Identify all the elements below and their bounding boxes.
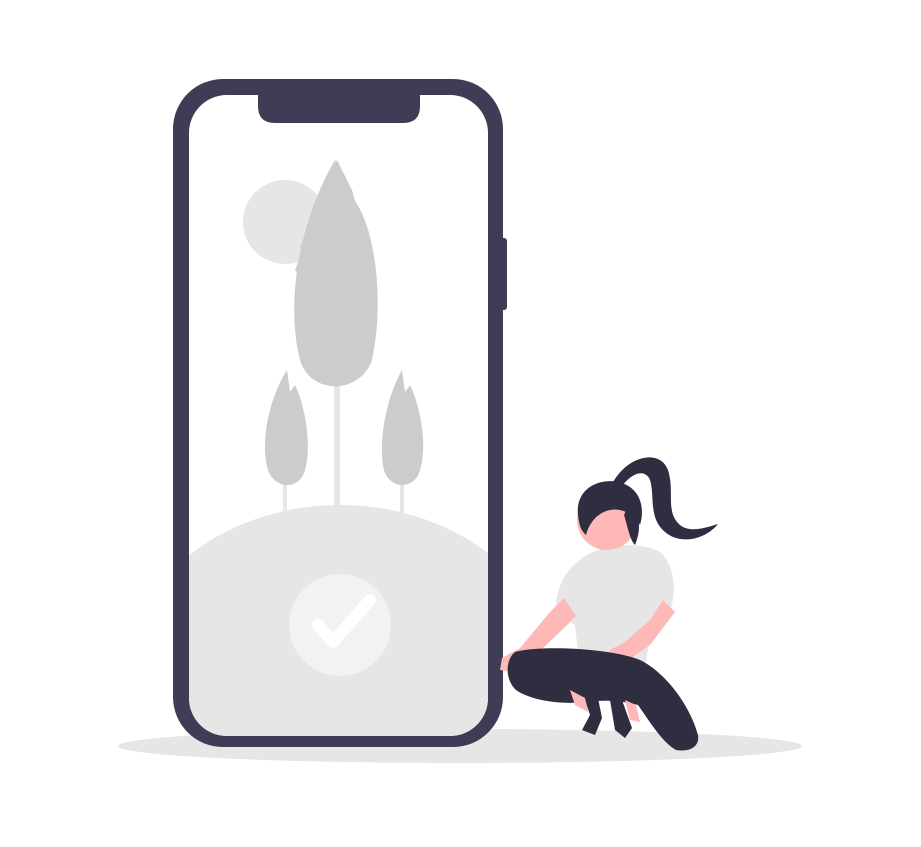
onboarding-confirmation-illustration xyxy=(118,79,802,763)
woman-figure xyxy=(500,457,718,751)
phone-notch xyxy=(258,90,420,123)
checkmark-badge xyxy=(289,574,391,676)
